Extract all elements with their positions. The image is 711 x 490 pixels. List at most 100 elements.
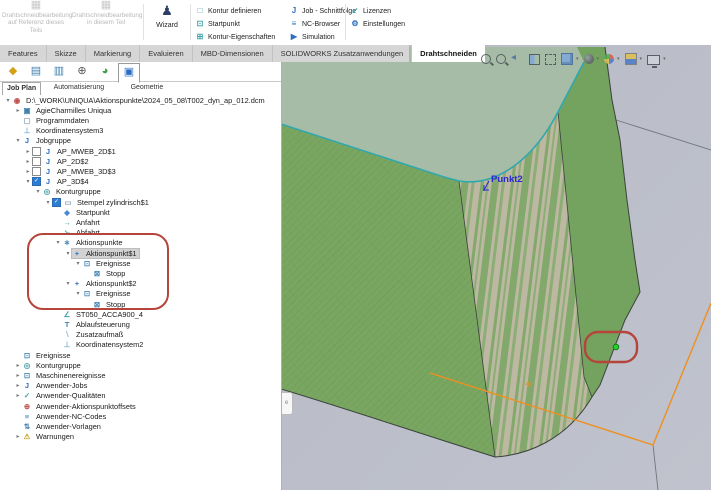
contour-tool-item[interactable]: □Kontur definieren bbox=[195, 6, 261, 18]
tree-item-aktionspunkt-1[interactable]: ▾+Aktionspunkt$1 bbox=[0, 248, 281, 258]
ribbon-tab-features[interactable]: Features bbox=[0, 45, 47, 62]
ribbon-tab-solidworks-zusatzanwendungen[interactable]: SOLIDWORKS Zusatzanwendungen bbox=[273, 45, 413, 62]
job-tool-item[interactable]: ▶Simulation bbox=[289, 32, 335, 44]
expander-icon[interactable]: ▾ bbox=[34, 188, 42, 195]
tree-item-anwender-nc-codes[interactable]: ≡Anwender-NC-Codes bbox=[0, 411, 281, 421]
tree-item-warnungen[interactable]: ▸⚠Warnungen bbox=[0, 432, 281, 442]
ribbon-tab-drahtschneiden[interactable]: Drahtschneiden bbox=[412, 45, 486, 62]
tree-item-anwender-jobs[interactable]: ▸JAnwender-Jobs bbox=[0, 381, 281, 391]
expander-icon[interactable]: ▸ bbox=[14, 382, 22, 389]
ribbon-tab-evaluieren[interactable]: Evaluieren bbox=[140, 45, 192, 62]
tree-checkbox[interactable] bbox=[32, 147, 41, 156]
subtab-geometrie[interactable]: Geometrie bbox=[127, 82, 168, 94]
tree-item-zusatzaufma-[interactable]: ∖Zusatzaufmaß bbox=[0, 330, 281, 340]
view-settings-icon[interactable] bbox=[647, 55, 660, 65]
dropdown-caret-icon[interactable]: ▾ bbox=[597, 56, 600, 62]
contour-tool-item[interactable]: ⊞Kontur-Eigenschaften bbox=[195, 32, 275, 44]
dropdown-caret-icon[interactable]: ▾ bbox=[640, 56, 643, 62]
tree-item-anfahrt[interactable]: →Anfahrt bbox=[0, 217, 281, 227]
subtab-automatisierung[interactable]: Automatisierung bbox=[50, 82, 109, 94]
job-tool-item[interactable]: ≡NC-Browser bbox=[289, 19, 340, 31]
expander-icon[interactable]: ▾ bbox=[24, 178, 32, 185]
expander-icon[interactable]: ▸ bbox=[14, 372, 22, 379]
propertymanager-icon[interactable]: ▤ bbox=[26, 63, 46, 80]
view-orientation-icon[interactable] bbox=[561, 53, 573, 65]
section-view-icon[interactable] bbox=[529, 54, 540, 65]
tree-item-ap-3d-4[interactable]: ▾✓JAP_3D$4 bbox=[0, 177, 281, 187]
configurationmanager-icon[interactable]: ▥ bbox=[49, 63, 69, 80]
tree-item-stopp[interactable]: ⊠Stopp bbox=[0, 268, 281, 278]
tree-item-ereignisse[interactable]: ⊡Ereignisse bbox=[0, 350, 281, 360]
appearance-icon[interactable] bbox=[604, 54, 614, 64]
expander-icon[interactable]: ▾ bbox=[64, 280, 72, 287]
tree-item-abfahrt[interactable]: ↘Abfahrt bbox=[0, 228, 281, 238]
contour-tool-item[interactable]: ⊡Startpunkt bbox=[195, 19, 240, 31]
dropdown-caret-icon[interactable]: ▾ bbox=[576, 56, 579, 62]
tree-item-programmdaten[interactable]: ▢Programmdaten bbox=[0, 115, 281, 125]
expander-icon[interactable]: ▾ bbox=[14, 137, 22, 144]
zoom-fit-icon[interactable] bbox=[481, 54, 491, 64]
zoom-area-icon[interactable] bbox=[496, 54, 506, 64]
tree-checkbox[interactable]: ✓ bbox=[32, 177, 41, 186]
tree-item-jobgruppe[interactable]: ▾JJobgruppe bbox=[0, 136, 281, 146]
punkt2-point[interactable] bbox=[483, 189, 485, 191]
ribbon-tab-markierung[interactable]: Markierung bbox=[86, 45, 141, 62]
expander-icon[interactable]: ▾ bbox=[74, 290, 82, 297]
tree-item-aktionspunkt-2[interactable]: ▾+Aktionspunkt$2 bbox=[0, 279, 281, 289]
tree-item-konturgruppe[interactable]: ▸◎Konturgruppe bbox=[0, 360, 281, 370]
tree-item-anwender-vorlagen[interactable]: ⇅Anwender-Vorlagen bbox=[0, 421, 281, 431]
misc-tool-item[interactable]: ↙Lizenzen bbox=[350, 6, 391, 18]
ribbon-tab-skizze[interactable]: Skizze bbox=[47, 45, 86, 62]
tree-item-ap-mweb-2d-1[interactable]: ▸JAP_MWEB_2D$1 bbox=[0, 146, 281, 156]
expander-icon[interactable]: ▸ bbox=[24, 148, 32, 155]
tree-item-startpunkt[interactable]: ◆Startpunkt bbox=[0, 207, 281, 217]
dropdown-caret-icon[interactable]: ▾ bbox=[663, 56, 666, 62]
wirecut-on-reference-button[interactable]: ▦ Drahtschneidbearbeitung auf Referenz d… bbox=[2, 2, 70, 34]
expander-icon[interactable]: ▸ bbox=[14, 392, 22, 399]
tree-item-konturgruppe[interactable]: ▾◎Konturgruppe bbox=[0, 187, 281, 197]
scene-icon[interactable] bbox=[625, 53, 637, 65]
tree-item-ap-mweb-3d-3[interactable]: ▸JAP_MWEB_3D$3 bbox=[0, 166, 281, 176]
dropdown-caret-icon[interactable]: ▾ bbox=[617, 56, 620, 62]
expander-icon[interactable]: ▸ bbox=[24, 158, 32, 165]
job-tool-item[interactable]: JJob - Schnittfolge bbox=[289, 6, 356, 18]
tree-item-stempel-zylindrisch-1[interactable]: ▾✓▭Stempel zylindrisch$1 bbox=[0, 197, 281, 207]
tree-checkbox[interactable]: ✓ bbox=[52, 198, 61, 207]
tree-checkbox[interactable] bbox=[32, 167, 41, 176]
expander-icon[interactable]: ▾ bbox=[44, 199, 52, 206]
tree-item-koordinatensystem2[interactable]: ⊥Koordinatensystem2 bbox=[0, 340, 281, 350]
ribbon-tab-mbd-dimensionen[interactable]: MBD-Dimensionen bbox=[193, 45, 273, 62]
tree-item-agiecharmilles-uniqua[interactable]: ▸▣AgieCharmilles Uniqua bbox=[0, 105, 281, 115]
tree-item-d-work-uniqua-aktionspunkte-2024-05-08-t[interactable]: ▾◉D:\_WORK\UNIQUA\Aktionspunkte\2024_05_… bbox=[0, 95, 281, 105]
action-point-marker[interactable] bbox=[613, 344, 619, 350]
tree-item-aktionspunkte[interactable]: ▾∗Aktionspunkte bbox=[0, 238, 281, 248]
expander-icon[interactable]: ▾ bbox=[4, 97, 12, 104]
wizard-button[interactable]: ♟ Wizard bbox=[146, 2, 188, 29]
subtab-job-plan[interactable]: Job Plan bbox=[2, 82, 41, 95]
flyout-stub[interactable]: e bbox=[281, 392, 293, 415]
featuremanager-icon[interactable]: ◆ bbox=[3, 63, 23, 80]
graphics-viewport[interactable]: ▾ ▾ ▾ ▾ ▾ bbox=[281, 45, 711, 490]
tree-checkbox[interactable] bbox=[32, 157, 41, 166]
tree-item-ereignisse[interactable]: ▾⊡Ereignisse bbox=[0, 258, 281, 268]
displaymanager-icon[interactable]: ◕ bbox=[95, 63, 115, 80]
tree-item-st050-acca900-4[interactable]: ∠ST050_ACCA900_4 bbox=[0, 309, 281, 319]
expander-icon[interactable]: ▸ bbox=[24, 168, 32, 175]
tree-item-ap-2d-2[interactable]: ▸JAP_2D$2 bbox=[0, 156, 281, 166]
cam-tree-icon[interactable]: ▣ bbox=[118, 63, 140, 83]
tree-item-koordinatensystem3[interactable]: ⊥Koordinatensystem3 bbox=[0, 126, 281, 136]
tree-item-anwender-aktionspunktoffsets[interactable]: ⊕Anwender-Aktionspunktoffsets bbox=[0, 401, 281, 411]
tree-item-ablaufsteuerung[interactable]: TAblaufsteuerung bbox=[0, 319, 281, 329]
expander-icon[interactable]: ▸ bbox=[14, 362, 22, 369]
display-style-icon[interactable] bbox=[584, 54, 594, 64]
expander-icon[interactable]: ▾ bbox=[64, 250, 72, 257]
tree-item-ereignisse[interactable]: ▾⊡Ereignisse bbox=[0, 289, 281, 299]
wirecut-in-part-button[interactable]: ▦ Drahtschneidbearbeitung in diesem Teil bbox=[72, 2, 140, 27]
annotation-views-icon[interactable] bbox=[545, 54, 556, 65]
expander-icon[interactable]: ▸ bbox=[14, 433, 22, 440]
expander-icon[interactable]: ▾ bbox=[74, 260, 82, 267]
tree-item-stopp[interactable]: ⊠Stopp bbox=[0, 299, 281, 309]
tree-item-maschinenereignisse[interactable]: ▸⊡Maschinenereignisse bbox=[0, 370, 281, 380]
misc-tool-item[interactable]: ⚙Einstellungen bbox=[350, 19, 405, 31]
previous-view-icon[interactable] bbox=[511, 52, 524, 65]
